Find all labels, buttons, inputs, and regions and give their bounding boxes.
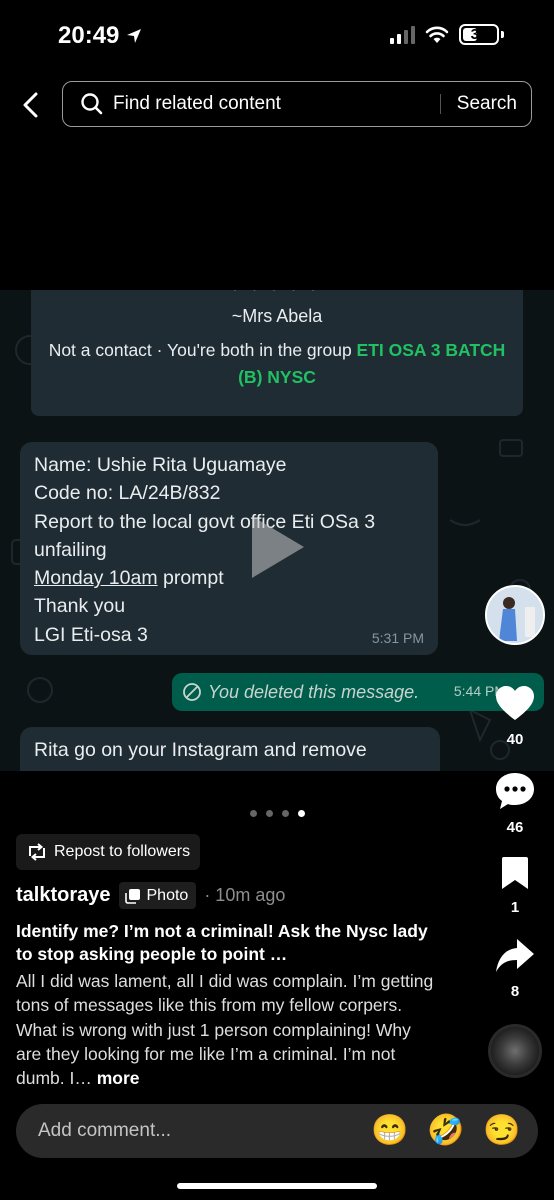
bookmark-button[interactable]: 1 xyxy=(485,856,545,916)
post-title: Identify me? I’m not a criminal! Ask the… xyxy=(16,921,428,964)
like-button[interactable]: 40 xyxy=(485,686,545,748)
search-icon xyxy=(79,91,105,117)
location-arrow-icon xyxy=(127,29,142,43)
bookmark-icon xyxy=(502,857,528,889)
battery-level: 39 xyxy=(470,26,488,43)
author-avatar[interactable] xyxy=(485,585,545,645)
author-username[interactable]: talktoraye xyxy=(16,884,111,907)
back-button[interactable] xyxy=(16,88,46,122)
share-count: 8 xyxy=(510,983,520,1000)
contact-info-text: Not a contact · You're both in the group xyxy=(48,340,357,360)
deleted-message-text: You deleted this message. xyxy=(208,681,420,702)
comment-bar[interactable]: Add comment... 😁 🤣 😏 xyxy=(16,1104,538,1158)
message-text: Rita go on your Instagram and remove xyxy=(34,739,367,761)
grin-emoji-button[interactable]: 😁 xyxy=(370,1111,410,1151)
home-indicator[interactable] xyxy=(177,1183,377,1189)
wifi-icon xyxy=(425,26,449,43)
post-time: · 10m ago xyxy=(204,885,286,905)
search-button[interactable]: Search xyxy=(441,93,531,115)
more-link[interactable]: more xyxy=(97,1068,140,1088)
comment-count: 46 xyxy=(506,819,524,836)
message-line: Name: Ushie Rita Uguamaye xyxy=(34,454,287,476)
time-text: 20:49 xyxy=(58,22,120,49)
comment-bubble-icon xyxy=(496,773,534,809)
photo-icon xyxy=(124,888,140,904)
badge-label: Photo xyxy=(146,886,189,904)
date-link: Monday 10am xyxy=(34,567,158,590)
message-line: LGI Eti-osa 3 xyxy=(34,623,148,646)
message-time: 5:31 PM xyxy=(371,630,424,646)
contact-card: • • • • • ~Mrs Abela Not a contact · You… xyxy=(31,290,523,416)
chevron-left-icon xyxy=(23,92,38,118)
author-row: talktoraye Photo · 10m ago xyxy=(16,882,285,909)
comment-input[interactable]: Add comment... xyxy=(38,1120,370,1142)
contact-name: ~Mrs Abela xyxy=(231,306,323,326)
carousel-dot xyxy=(250,810,257,817)
repost-label: Repost to followers xyxy=(54,843,191,860)
status-icons: 39 xyxy=(390,24,504,45)
search-bar[interactable]: Find related content Search xyxy=(62,81,532,127)
photo-badge: Photo xyxy=(118,882,197,909)
repost-button[interactable]: Repost to followers xyxy=(16,834,201,870)
signal-icon xyxy=(390,25,415,44)
like-count: 40 xyxy=(506,731,524,748)
message-line: unfailing xyxy=(34,538,107,561)
message-line: Monday 10am prompt xyxy=(34,564,424,592)
message-text: prompt xyxy=(157,567,224,590)
sound-disc[interactable] xyxy=(488,1024,542,1078)
bookmark-count: 1 xyxy=(510,899,520,916)
message-line: Thank you xyxy=(34,595,126,618)
carousel-dot xyxy=(266,810,273,817)
search-input[interactable]: Find related content xyxy=(113,93,440,115)
blocked-icon xyxy=(183,683,201,701)
smirk-emoji-button[interactable]: 😏 xyxy=(482,1111,522,1151)
share-button[interactable]: 8 xyxy=(485,938,545,1000)
incoming-message: Name: Ushie Rita Uguamaye Code no: LA/24… xyxy=(20,442,438,655)
carousel-dot xyxy=(282,810,289,817)
heart-icon xyxy=(496,686,534,720)
repost-icon xyxy=(29,843,45,861)
post-caption[interactable]: All I did was lament, all I did was comp… xyxy=(16,969,441,1090)
message-line: Report to the local govt office Eti OSa … xyxy=(34,510,376,533)
incoming-message: Rita go on your Instagram and remove xyxy=(20,727,440,771)
comment-button[interactable]: 46 xyxy=(485,772,545,836)
rofl-emoji-button[interactable]: 🤣 xyxy=(426,1111,466,1151)
caption-text: All I did was lament, all I did was comp… xyxy=(16,971,434,1089)
battery-icon: 39 xyxy=(459,24,499,45)
carousel-dot-active xyxy=(298,810,305,817)
avatar-image xyxy=(487,587,543,643)
play-icon[interactable] xyxy=(248,512,308,582)
message-line: Code no: LA/24B/832 xyxy=(34,482,221,505)
share-arrow-icon xyxy=(496,939,534,972)
status-time: 20:49 xyxy=(58,22,143,50)
contact-info: Not a contact · You're both in the group… xyxy=(45,337,509,391)
post-image[interactable]: • • • • • ~Mrs Abela Not a contact · You… xyxy=(0,290,554,771)
carousel-indicator xyxy=(250,810,305,817)
